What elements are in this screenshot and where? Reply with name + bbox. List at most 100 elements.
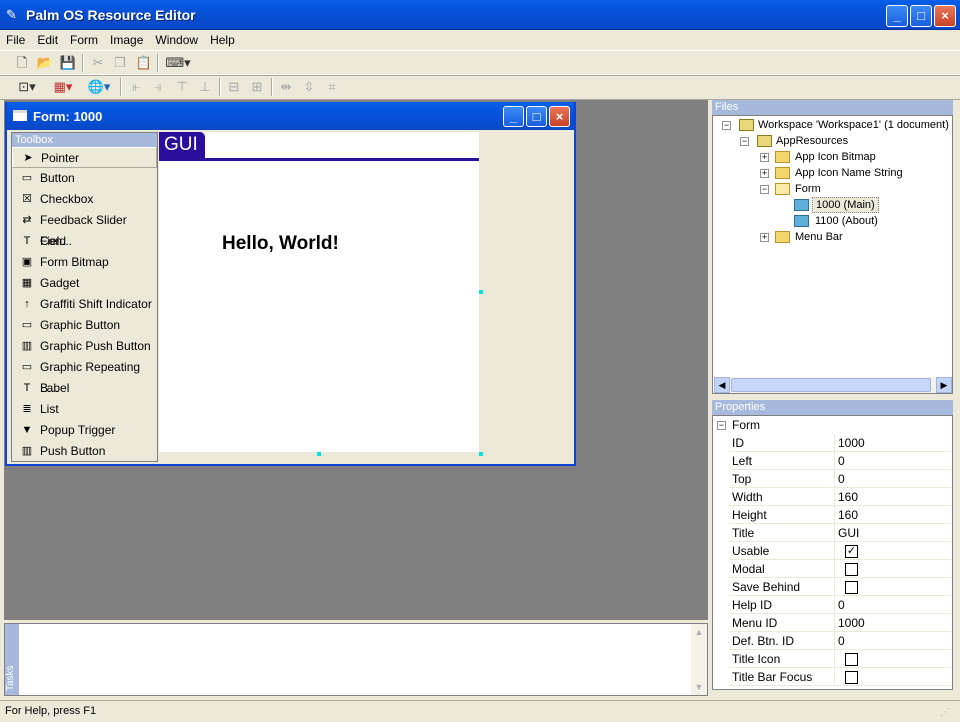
align-top-icon[interactable]: ⊤: [172, 77, 192, 97]
properties-group-form: Form: [732, 418, 760, 432]
toolbox-item-graphic-repeating-b[interactable]: ▭ Graphic Repeating B...: [12, 357, 157, 395]
toolbox-item-popup-trigger[interactable]: ▼ Popup Trigger: [12, 420, 157, 441]
toolbox-item-graphic-button[interactable]: ▭ Graphic Button: [12, 315, 157, 336]
collapse-workspace-toggle[interactable]: −: [722, 121, 731, 130]
property-value[interactable]: [834, 560, 951, 578]
open-folder-icon[interactable]: 📂: [35, 53, 55, 73]
toolbox-item-button[interactable]: ▭ Button: [12, 168, 157, 189]
tree-form[interactable]: Form: [795, 181, 821, 197]
checkbox-icon[interactable]: [845, 563, 858, 576]
toolbox-item-gadget[interactable]: ▦ Gadget: [12, 273, 157, 294]
form-size-dropdown-icon[interactable]: ⊡▾: [12, 77, 42, 97]
scroll-left-icon[interactable]: ◀: [714, 377, 730, 393]
center-horizontal-icon[interactable]: ⊟: [224, 77, 244, 97]
keyboard-dropdown-icon[interactable]: ⌨▾: [163, 53, 193, 73]
grid-icon[interactable]: ⌗: [322, 77, 342, 97]
toolbox-item-graphic-push-button[interactable]: ▥ Graphic Push Button: [12, 336, 157, 357]
scroll-up-icon[interactable]: ▲: [691, 624, 707, 640]
property-key: Usable: [732, 544, 770, 558]
tree-appresources[interactable]: AppResources: [776, 133, 848, 149]
checkbox-icon[interactable]: [845, 581, 858, 594]
app-icon: ✎: [6, 7, 17, 22]
close-button[interactable]: ×: [934, 5, 956, 27]
checkbox-icon[interactable]: [845, 653, 858, 666]
cut-icon[interactable]: ✂: [88, 53, 108, 73]
menu-help[interactable]: Help: [204, 30, 241, 47]
hello-world-label[interactable]: Hello, World!: [222, 233, 339, 255]
new-file-icon[interactable]: 🗋: [12, 53, 32, 73]
space-across-icon[interactable]: ⇹: [276, 77, 296, 97]
property-value[interactable]: ✓: [834, 542, 951, 560]
expand-app-icon-bitmap-toggle[interactable]: +: [760, 153, 769, 162]
tree-form-1000-main[interactable]: 1000 (Main): [812, 197, 879, 213]
paste-icon[interactable]: 📋: [134, 53, 154, 73]
menu-form[interactable]: Form: [64, 30, 104, 47]
toolbox-item-pointer[interactable]: ➤ Pointer: [12, 147, 157, 168]
tasks-vertical-scrollbar[interactable]: ▲ ▼: [691, 624, 707, 695]
tree-app-icon-name-string[interactable]: App Icon Name String: [795, 165, 903, 181]
property-value[interactable]: 1000: [834, 434, 951, 452]
toolbox-item-form-bitmap[interactable]: ▣ Form Bitmap: [12, 252, 157, 273]
palm-form-canvas[interactable]: GUI Hello, World!: [159, 132, 479, 452]
expand-app-icon-name-toggle[interactable]: +: [760, 169, 769, 178]
property-value[interactable]: 0: [834, 470, 951, 488]
globe-dropdown-icon[interactable]: 🌐▾: [84, 77, 114, 97]
menu-window[interactable]: Window: [149, 30, 204, 47]
property-value[interactable]: [834, 578, 951, 596]
resize-handle-bottom[interactable]: [317, 452, 321, 456]
align-left-icon[interactable]: ⫦: [126, 77, 146, 97]
toolbox-item-field[interactable]: T Field: [12, 231, 157, 252]
form-close-button[interactable]: ×: [549, 106, 570, 127]
checked-checkbox-icon[interactable]: ✓: [845, 545, 858, 558]
property-key: Width: [732, 490, 763, 504]
collapse-appresources-toggle[interactable]: −: [740, 137, 749, 146]
property-value[interactable]: 1000: [834, 614, 951, 632]
toolbox-item-icon: ➤: [23, 152, 33, 164]
collapse-form-group-toggle[interactable]: −: [717, 421, 726, 430]
property-value[interactable]: 160: [834, 506, 951, 524]
property-value[interactable]: 0: [834, 632, 951, 650]
save-icon[interactable]: 💾: [58, 53, 78, 73]
resize-handle-right[interactable]: [479, 290, 483, 294]
minimize-button[interactable]: _: [886, 5, 908, 27]
property-value[interactable]: GUI: [834, 524, 951, 542]
toolbox-item-label[interactable]: T Label: [12, 378, 157, 399]
space-down-icon[interactable]: ⇳: [299, 77, 319, 97]
align-bottom-icon[interactable]: ⊥: [195, 77, 215, 97]
scroll-down-icon[interactable]: ▼: [691, 679, 707, 695]
maximize-button[interactable]: □: [910, 5, 932, 27]
copy-icon[interactable]: ❐: [110, 53, 130, 73]
tree-menu-bar[interactable]: Menu Bar: [795, 229, 843, 245]
toolbox-item-push-button[interactable]: ▥ Push Button: [12, 441, 157, 461]
toolbox-item-checkbox[interactable]: ☒ Checkbox: [12, 189, 157, 210]
expand-menu-bar-toggle[interactable]: +: [760, 233, 769, 242]
menu-image[interactable]: Image: [104, 30, 149, 47]
property-value[interactable]: 0: [834, 596, 951, 614]
toolbox-item-list[interactable]: ≣ List: [12, 399, 157, 420]
form-maximize-button[interactable]: □: [526, 106, 547, 127]
align-right-icon[interactable]: ⫣: [148, 77, 168, 97]
tree-app-icon-bitmap[interactable]: App Icon Bitmap: [795, 149, 876, 165]
menu-edit[interactable]: Edit: [31, 30, 64, 47]
property-value[interactable]: [834, 668, 951, 686]
resize-grip-icon[interactable]: ⋰: [940, 707, 950, 718]
resize-handle-corner[interactable]: [479, 452, 483, 456]
property-value[interactable]: [834, 650, 951, 668]
toolbox-item-feedback-slider-con[interactable]: ⇄ Feedback Slider Con...: [12, 210, 157, 248]
collapse-form-toggle[interactable]: −: [760, 185, 769, 194]
tasks-label: Tasks: [5, 624, 19, 695]
toolbox-item-graffiti-shift-indicator[interactable]: ↑ Graffiti Shift Indicator: [12, 294, 157, 315]
color-dropdown-icon[interactable]: ▦▾: [48, 77, 78, 97]
menu-file[interactable]: File: [0, 30, 31, 47]
center-vertical-icon[interactable]: ⊞: [247, 77, 267, 97]
files-horizontal-scrollbar[interactable]: ◀ ▶: [714, 377, 952, 393]
form-title-tab[interactable]: GUI: [159, 132, 205, 158]
tree-form-1100-about[interactable]: 1100 (About): [815, 213, 878, 229]
scroll-right-icon[interactable]: ▶: [936, 377, 952, 393]
checkbox-icon[interactable]: [845, 671, 858, 684]
tree-workspace[interactable]: Workspace 'Workspace1' (1 document): [758, 117, 949, 133]
property-value[interactable]: 160: [834, 488, 951, 506]
form-minimize-button[interactable]: _: [503, 106, 524, 127]
scroll-thumb[interactable]: [731, 378, 931, 392]
property-value[interactable]: 0: [834, 452, 951, 470]
